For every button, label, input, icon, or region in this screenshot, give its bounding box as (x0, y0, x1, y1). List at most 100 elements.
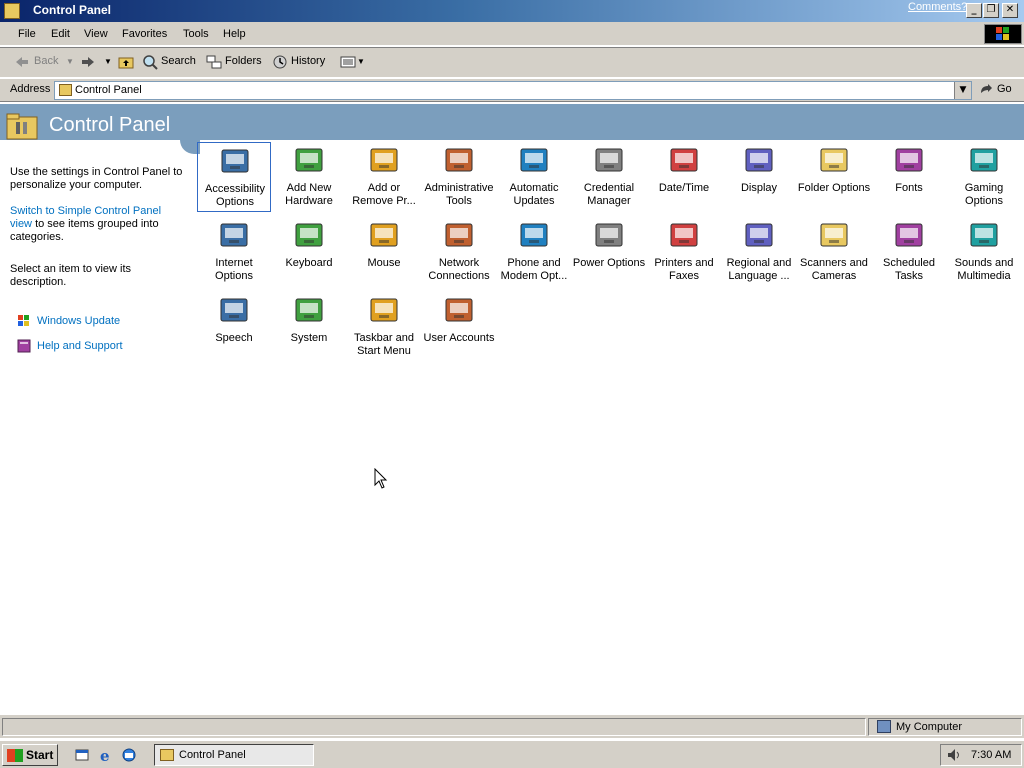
clock[interactable]: 7:30 AM (971, 749, 1011, 761)
menu-edit[interactable]: Edit (51, 28, 70, 40)
menu-view[interactable]: View (84, 28, 108, 40)
control-panel-item[interactable]: Network Connections (422, 217, 496, 287)
accessibility-icon (221, 149, 249, 173)
control-panel-item-label: Speech (215, 332, 253, 344)
control-panel-item[interactable]: Phone and Modem Opt... (497, 217, 571, 287)
windows-update-link[interactable]: Windows Update (16, 313, 120, 329)
back-arrow-icon[interactable] (14, 54, 30, 70)
control-panel-item[interactable]: Speech (197, 292, 271, 362)
automatic-updates-icon (520, 148, 548, 172)
volume-icon[interactable] (947, 748, 961, 762)
comments-link[interactable]: Comments? (908, 1, 967, 13)
control-panel-item-label: Network Connections (428, 257, 490, 282)
control-panel-item[interactable]: User Accounts (422, 292, 496, 362)
history-button[interactable]: History (291, 55, 325, 67)
display-icon (745, 148, 773, 172)
control-panel-item-label: Regional and Language ... (726, 257, 792, 282)
control-panel-item-label: Keyboard (285, 257, 333, 269)
keyboard-icon (295, 223, 323, 247)
control-panel-app-icon[interactable] (4, 3, 20, 19)
outlook-express-icon[interactable] (121, 747, 137, 763)
control-panel-item[interactable]: Credential Manager (572, 142, 646, 212)
show-desktop-icon[interactable] (74, 747, 90, 763)
control-panel-item[interactable]: Keyboard (272, 217, 346, 287)
address-input[interactable]: Control Panel ▼ (54, 81, 972, 100)
control-panel-item-label: Folder Options (797, 182, 871, 194)
control-panel-item[interactable]: Power Options (572, 217, 646, 287)
control-panel-item[interactable]: Internet Options (197, 217, 271, 287)
go-arrow-icon[interactable] (979, 83, 993, 97)
scanners-cameras-icon (820, 223, 848, 247)
control-panel-item[interactable]: Date/Time (647, 142, 721, 212)
phone-modem-icon (520, 223, 548, 247)
minimize-button[interactable]: _ (966, 3, 982, 18)
back-dropdown-icon[interactable]: ▼ (66, 57, 74, 66)
menu-file[interactable]: File (18, 28, 36, 40)
control-panel-item[interactable]: Mouse (347, 217, 421, 287)
restore-button[interactable]: ❐ (983, 3, 999, 18)
control-panel-item[interactable]: Gaming Options (947, 142, 1021, 212)
left-info-pane: Use the settings in Control Panel to per… (0, 140, 200, 714)
control-panel-item[interactable]: Regional and Language ... (722, 217, 796, 287)
views-dropdown-icon[interactable]: ▼ (357, 57, 365, 66)
windows-update-label: Windows Update (37, 314, 121, 327)
control-panel-folder-icon (6, 113, 38, 140)
search-button[interactable]: Search (161, 55, 196, 67)
menu-help[interactable]: Help (223, 28, 246, 40)
my-computer-icon (877, 720, 891, 733)
control-panel-item[interactable]: System (272, 292, 346, 362)
control-panel-item-label: Credential Manager (583, 182, 635, 207)
forward-dropdown-icon[interactable]: ▼ (104, 57, 112, 66)
control-panel-item[interactable]: Accessibility Options (197, 142, 271, 212)
views-icon[interactable] (340, 54, 356, 70)
taskbar-control-panel[interactable]: Control Panel (154, 744, 314, 766)
folder-options-icon (820, 148, 848, 172)
status-zone-text: My Computer (896, 721, 963, 733)
address-dropdown-icon[interactable]: ▼ (954, 82, 971, 99)
control-panel-item[interactable]: Add or Remove Pr... (347, 142, 421, 212)
control-panel-item[interactable]: Taskbar and Start Menu (347, 292, 421, 362)
control-panel-item-label: Administrative Tools (424, 182, 494, 207)
up-folder-icon[interactable] (118, 54, 134, 70)
control-panel-item[interactable]: Add New Hardware (272, 142, 346, 212)
control-panel-item[interactable]: Scheduled Tasks (872, 217, 946, 287)
intro-text: Use the settings in Control Panel to per… (10, 166, 183, 191)
forward-arrow-icon[interactable] (80, 54, 96, 70)
folders-icon[interactable] (206, 54, 222, 70)
control-panel-item[interactable]: Folder Options (797, 142, 871, 212)
control-panel-item[interactable]: Printers and Faxes (647, 217, 721, 287)
menu-favorites[interactable]: Favorites (122, 28, 167, 40)
control-panel-item-label: Taskbar and Start Menu (354, 332, 414, 357)
power-options-icon (595, 223, 623, 247)
svg-text:e: e (100, 747, 110, 763)
control-panel-item-label: Scanners and Cameras (800, 257, 868, 282)
go-button[interactable]: Go (997, 83, 1012, 95)
scheduled-tasks-icon (895, 223, 923, 247)
back-button[interactable]: Back (34, 55, 58, 67)
credential-manager-icon (595, 148, 623, 172)
menu-tools[interactable]: Tools (183, 28, 209, 40)
control-panel-item[interactable]: Administrative Tools (422, 142, 496, 212)
start-button[interactable]: Start (2, 744, 58, 766)
history-icon[interactable] (272, 54, 288, 70)
title-bar[interactable]: Control Panel Comments? _ ❐ ✕ (0, 0, 1024, 22)
status-pane-zone: My Computer (868, 718, 1022, 736)
mouse-icon (370, 223, 398, 247)
internet-explorer-icon[interactable]: e (98, 747, 114, 763)
folders-button[interactable]: Folders (225, 55, 262, 67)
close-button[interactable]: ✕ (1002, 3, 1018, 18)
help-support-link[interactable]: Help and Support (16, 338, 123, 354)
control-panel-item[interactable]: Fonts (872, 142, 946, 212)
control-panel-item[interactable]: Display (722, 142, 796, 212)
mouse-cursor-icon (374, 468, 388, 489)
control-panel-item-label: Automatic Updates (509, 182, 559, 207)
status-pane-main (2, 718, 866, 736)
control-panel-item[interactable]: Sounds and Multimedia (947, 217, 1021, 287)
help-book-icon (17, 339, 31, 353)
add-remove-programs-icon (370, 148, 398, 172)
control-panel-item[interactable]: Automatic Updates (497, 142, 571, 212)
add-hardware-icon (295, 148, 323, 172)
control-panel-item[interactable]: Scanners and Cameras (797, 217, 871, 287)
address-bar: Address Control Panel ▼ Go (0, 78, 1024, 102)
search-icon[interactable] (142, 54, 158, 70)
